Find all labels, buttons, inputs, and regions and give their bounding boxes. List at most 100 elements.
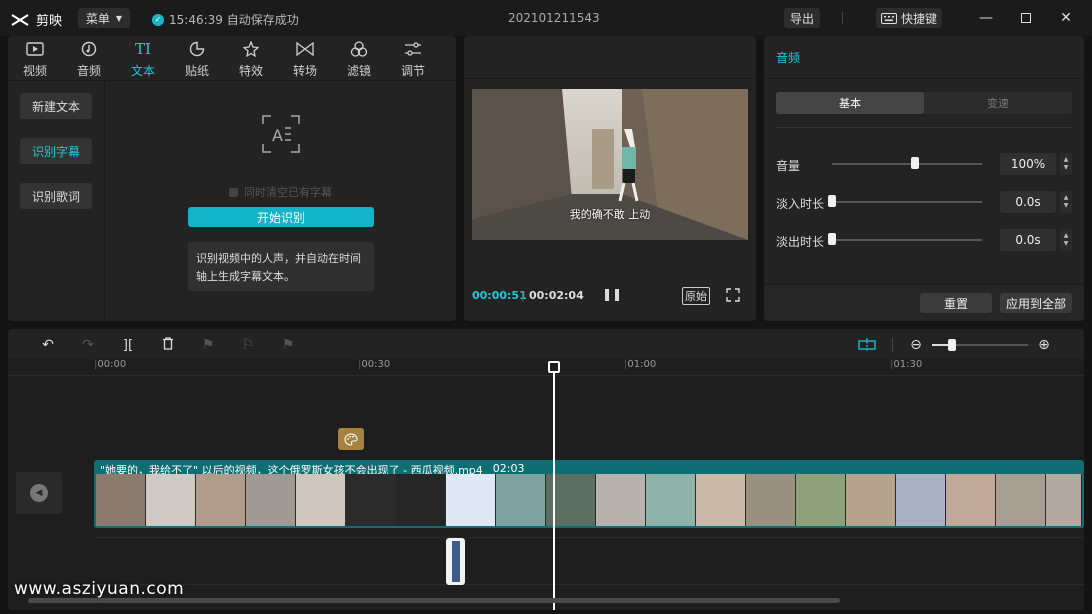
zoom-in-button[interactable]: ⊕: [1034, 335, 1054, 355]
video-preview[interactable]: 我的确不敢 上动: [472, 89, 748, 240]
apply-all-button[interactable]: 应用到全部: [1000, 293, 1072, 313]
video-subtitle: 我的确不敢 上动: [569, 208, 651, 221]
aspect-ratio-button[interactable]: 原始: [682, 287, 710, 305]
tab-transition[interactable]: 转场: [278, 36, 332, 80]
undo-button[interactable]: ↶: [38, 335, 58, 355]
tab-speed[interactable]: 变速: [924, 92, 1072, 114]
maximize-button[interactable]: [1016, 8, 1036, 28]
recognition-info: 识别视频中的人声，并自动在时间轴上生成字幕文本。: [188, 242, 374, 291]
fade-in-slider[interactable]: [832, 201, 982, 203]
menu-button[interactable]: 菜单 ▼: [78, 8, 130, 28]
fade-in-stepper[interactable]: ▲ ▼: [1060, 191, 1072, 213]
mark-button[interactable]: ⚐: [238, 335, 258, 355]
reverse-button[interactable]: ⚑: [278, 335, 298, 355]
minimize-icon: —: [979, 10, 993, 26]
filter-icon: [350, 40, 368, 58]
app-logo: 剪映: [10, 10, 62, 29]
tab-effects-label: 特效: [238, 64, 263, 78]
tab-filter[interactable]: 滤镜: [332, 36, 386, 80]
playhead-handle[interactable]: [548, 361, 560, 373]
adjust-icon: [404, 40, 422, 58]
minimize-button[interactable]: —: [976, 8, 996, 28]
video-icon: [26, 40, 44, 58]
start-recognition-button[interactable]: 开始识别: [188, 207, 374, 227]
clip-filmstrip: [96, 474, 1082, 526]
redo-button[interactable]: ↷: [78, 335, 98, 355]
reset-button[interactable]: 重置: [920, 293, 992, 313]
film-frame: [196, 474, 246, 526]
playhead[interactable]: [553, 366, 555, 610]
volume-slider[interactable]: [832, 163, 982, 165]
fade-in-value[interactable]: 0.0s: [1000, 191, 1056, 213]
subnav-new-text[interactable]: 新建文本: [20, 93, 92, 119]
divider: [776, 127, 1072, 128]
subnav-new-text-label: 新建文本: [31, 99, 80, 114]
start-recognition-label: 开始识别: [256, 210, 305, 225]
time-separator: |: [521, 289, 525, 302]
app-name: 剪映: [36, 14, 63, 29]
fade-in-slider-knob[interactable]: [828, 195, 836, 207]
freeze-frame-button[interactable]: ⚑: [198, 335, 218, 355]
volume-label: 音量: [776, 159, 801, 173]
track-mute-button[interactable]: ◀: [16, 472, 62, 514]
delete-button[interactable]: [158, 335, 178, 355]
shortcut-button[interactable]: 快捷键: [876, 8, 942, 28]
save-status-text: 15:46:39 自动保存成功: [169, 13, 299, 27]
redo-icon: ↷: [82, 337, 94, 353]
zoom-out-button[interactable]: ⊖: [906, 335, 926, 355]
clear-subtitles-option[interactable]: 同时清空已有字幕: [229, 184, 332, 200]
menu-label: 菜单: [85, 11, 110, 26]
tab-effects[interactable]: 特效: [224, 36, 278, 80]
subnav-recognize-lyrics[interactable]: 识别歌词: [20, 183, 92, 209]
fade-out-value[interactable]: 0.0s: [1000, 229, 1056, 251]
chevron-down-icon: ▼: [115, 13, 123, 23]
save-status: ✓ 15:46:39 自动保存成功: [152, 11, 299, 28]
text-clip[interactable]: [446, 538, 465, 585]
fullscreen-button[interactable]: [726, 288, 740, 305]
volume-value[interactable]: 100%: [1000, 153, 1056, 175]
tab-text-label: 文本: [130, 64, 155, 78]
export-button[interactable]: 导出: [784, 8, 820, 28]
film-frame: [346, 474, 396, 526]
tab-adjust[interactable]: 调节: [386, 36, 440, 80]
time-ruler[interactable]: |00:00 |00:30 |01:00 |01:30: [94, 359, 1084, 375]
tab-video[interactable]: 视频: [8, 36, 62, 80]
volume-stepper[interactable]: ▲ ▼: [1060, 153, 1072, 175]
close-button[interactable]: ✕: [1056, 8, 1076, 28]
volume-slider-knob[interactable]: [910, 157, 919, 169]
tab-sticker[interactable]: 贴纸: [170, 36, 224, 80]
empty-track[interactable]: [94, 537, 1084, 585]
snap-toggle[interactable]: [857, 335, 877, 355]
tab-text[interactable]: TI 文本: [116, 36, 170, 80]
reset-label: 重置: [943, 296, 968, 311]
close-icon: ✕: [1060, 10, 1072, 26]
sticker-icon: [189, 40, 205, 58]
film-frame: [796, 474, 846, 526]
palette-icon: [344, 432, 358, 446]
tab-basic-label: 基本: [839, 97, 861, 110]
tab-video-label: 视频: [22, 64, 47, 78]
pause-button[interactable]: ❚❚: [602, 287, 622, 301]
freeze-frame-icon: ⚑: [201, 337, 215, 353]
fade-out-slider-knob[interactable]: [828, 233, 836, 245]
film-frame: [946, 474, 996, 526]
film-frame: [496, 474, 546, 526]
check-circle-icon: ✓: [152, 13, 164, 26]
tab-audio[interactable]: 音频: [62, 36, 116, 80]
tab-basic[interactable]: 基本: [776, 92, 924, 114]
tab-adjust-label: 调节: [400, 64, 425, 78]
chevron-down-icon: ▼: [1063, 240, 1069, 247]
checkbox[interactable]: [229, 187, 238, 197]
zoom-slider-knob[interactable]: [948, 339, 956, 351]
tab-filter-label: 滤镜: [346, 64, 371, 78]
subnav-recognize-subtitle[interactable]: 识别字幕: [20, 138, 92, 164]
fade-out-stepper[interactable]: ▲ ▼: [1060, 229, 1072, 251]
film-frame: [896, 474, 946, 526]
film-frame: [1046, 474, 1082, 526]
split-button[interactable]: ][: [118, 335, 138, 355]
video-clip[interactable]: "她要的，我给不了" 以后的视频，这个俄罗斯女孩不会出现了 - 西瓜视频.mp4…: [94, 460, 1084, 528]
effect-marker[interactable]: [338, 428, 364, 450]
fade-out-slider[interactable]: [832, 239, 982, 241]
text-icon: TI: [135, 40, 151, 58]
flag-icon: ⚐: [241, 337, 255, 353]
